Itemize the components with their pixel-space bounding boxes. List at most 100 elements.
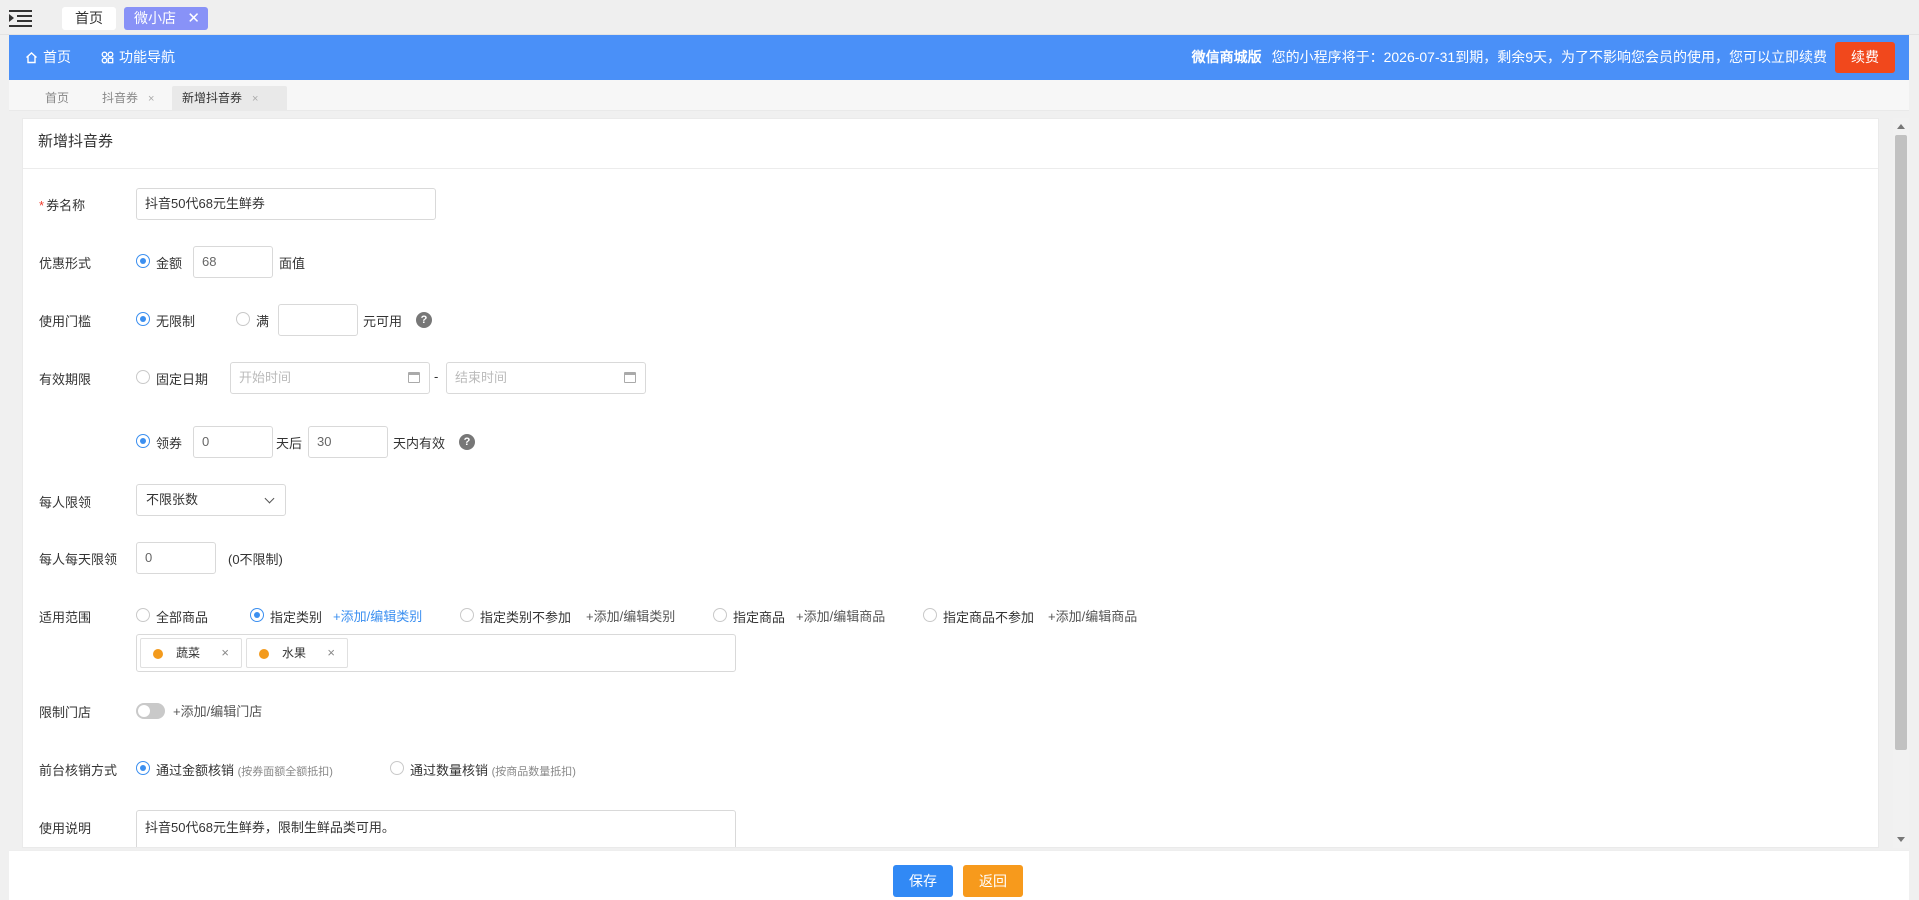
top-tab-shop[interactable]: 微小店 ✕ [124, 7, 208, 30]
nav-home[interactable]: 首页 [25, 35, 71, 80]
app-header: 首页 功能导航 微信商城版 您的小程序将于：2026-07-31到期，剩余9天，为… [9, 35, 1909, 80]
threshold-full-label: 满 [256, 314, 270, 329]
home-icon [26, 52, 37, 64]
per-person-limit-value: 不限张数 [146, 492, 199, 507]
days-after-input[interactable]: 0 [193, 426, 273, 458]
threshold-suffix: 元可用 [363, 314, 403, 329]
tag-dot [153, 649, 163, 659]
breadcrumb-douyin-coupon[interactable]: 抖音券 × [92, 86, 164, 111]
scroll-down-icon[interactable] [1897, 837, 1905, 842]
category-tag: 水果 × [246, 638, 348, 668]
threshold-none-radio[interactable] [136, 312, 150, 326]
threshold-full-radio[interactable] [236, 312, 250, 326]
save-button[interactable]: 保存 [893, 865, 953, 897]
scroll-up-icon[interactable] [1897, 124, 1905, 129]
description-textarea[interactable]: 抖音50代68元生鲜券，限制生鲜品类可用。 [136, 810, 736, 847]
daily-limit-input[interactable]: 0 [136, 542, 216, 574]
top-tab-strip: 首页 微小店 ✕ [0, 0, 1919, 35]
threshold-amount-input[interactable] [278, 304, 358, 336]
required-mark: * [39, 198, 45, 213]
verify-quantity-radio[interactable] [390, 761, 404, 775]
validity-fixed-label: 固定日期 [156, 372, 209, 387]
discount-amount-label: 金额 [156, 256, 183, 271]
menu-toggle-icon[interactable] [9, 9, 32, 27]
edit-category-link[interactable]: +添加/编辑类别 [333, 606, 422, 625]
days-after-label: 天后 [276, 436, 303, 451]
close-icon[interactable]: × [327, 639, 335, 667]
close-icon[interactable]: × [221, 639, 229, 667]
valid-days-input[interactable]: 30 [308, 426, 388, 458]
daily-limit-hint: (0不限制) [228, 552, 283, 567]
scope-all-label: 全部商品 [156, 610, 209, 625]
discount-unit-label: 面值 [279, 256, 306, 271]
calendar-icon [408, 372, 420, 383]
scope-category-label: 指定类别 [270, 610, 323, 625]
scope-category-exclude-radio[interactable] [460, 608, 474, 622]
close-icon[interactable]: × [252, 93, 258, 105]
description-label: 使用说明 [39, 821, 92, 836]
edit-category-exclude-link[interactable]: +添加/编辑类别 [586, 606, 675, 625]
renew-button[interactable]: 续费 [1835, 42, 1895, 73]
per-person-limit-select[interactable]: 不限张数 [136, 484, 286, 516]
store-limit-toggle[interactable] [136, 703, 165, 719]
scope-category-exclude-label: 指定类别不参加 [480, 610, 572, 625]
store-limit-label: 限制门店 [39, 705, 92, 720]
coupon-name-input[interactable]: 抖音50代68元生鲜券 [136, 188, 436, 220]
edit-goods-link[interactable]: +添加/编辑商品 [796, 606, 885, 625]
verify-quantity-label: 通过数量核销 (按商品数量抵扣) [410, 760, 576, 779]
scope-category-radio[interactable] [250, 608, 264, 622]
breadcrumb-label: 抖音券 [102, 91, 139, 105]
breadcrumb-label: 首页 [45, 91, 70, 105]
verify-amount-radio[interactable] [136, 761, 150, 775]
category-tag: 蔬菜 × [140, 638, 242, 668]
chevron-down-icon [264, 493, 275, 504]
top-tab-home[interactable]: 首页 [62, 7, 116, 30]
validity-fixed-radio[interactable] [136, 370, 150, 384]
calendar-icon [624, 372, 636, 383]
help-icon[interactable]: ? [416, 312, 432, 328]
breadcrumb-home[interactable]: 首页 [35, 86, 79, 111]
end-date-input[interactable]: 结束时间 [446, 362, 646, 394]
verify-amount-text: 通过金额核销 [156, 763, 235, 778]
scroll-thumb[interactable] [1895, 135, 1907, 750]
verify-quantity-text: 通过数量核销 [410, 763, 489, 778]
expiry-text: 您的小程序将于：2026-07-31到期，剩余9天，为了不影响您会员的使用，您可… [1271, 49, 1827, 65]
date-range-dash: - [434, 369, 439, 384]
scope-goods-radio[interactable] [713, 608, 727, 622]
verify-method-label: 前台核销方式 [39, 763, 118, 778]
back-button[interactable]: 返回 [963, 865, 1023, 897]
edition-label: 微信商城版 [1191, 49, 1262, 65]
start-date-input[interactable]: 开始时间 [230, 362, 430, 394]
expiry-notice: 微信商城版 您的小程序将于：2026-07-31到期，剩余9天，为了不影响您会员的… [1192, 35, 1827, 80]
nav-home-label: 首页 [43, 49, 71, 65]
tag-dot [259, 649, 269, 659]
daily-limit-label: 每人每天限领 [39, 552, 118, 567]
validity-receive-radio[interactable] [136, 434, 150, 448]
verify-amount-label: 通过金额核销 (按券面额全额抵扣) [156, 760, 333, 779]
threshold-label: 使用门槛 [39, 314, 92, 329]
selected-category-tags: 蔬菜 × 水果 × [136, 634, 736, 672]
discount-value-input[interactable]: 68 [193, 246, 273, 278]
scope-label: 适用范围 [39, 610, 92, 625]
discount-amount-radio[interactable] [136, 254, 150, 268]
scope-goods-label: 指定商品 [733, 610, 786, 625]
scrollbar[interactable] [1893, 118, 1909, 848]
breadcrumb-new-coupon[interactable]: 新增抖音券 × [172, 86, 287, 111]
page-title: 新增抖音券 [23, 119, 1878, 169]
edit-goods-exclude-link[interactable]: +添加/编辑商品 [1048, 606, 1137, 625]
close-icon[interactable]: × [148, 93, 154, 105]
nav-function[interactable]: 功能导航 [101, 35, 175, 80]
scope-goods-exclude-radio[interactable] [923, 608, 937, 622]
edit-store-link[interactable]: +添加/编辑门店 [173, 701, 262, 720]
help-icon[interactable]: ? [459, 434, 475, 450]
close-icon[interactable]: ✕ [187, 7, 200, 30]
valid-days-label: 天内有效 [393, 436, 446, 451]
form-footer: 保存 返回 [9, 850, 1909, 900]
coupon-name-label: * 券名称 [39, 195, 85, 214]
breadcrumb-label: 新增抖音券 [182, 91, 243, 105]
validity-receive-label: 领券 [156, 436, 183, 451]
verify-amount-note: (按券面额全额抵扣) [237, 766, 333, 778]
top-tab-shop-label: 微小店 [134, 10, 176, 26]
scope-all-radio[interactable] [136, 608, 150, 622]
category-tag-label: 水果 [282, 646, 307, 660]
